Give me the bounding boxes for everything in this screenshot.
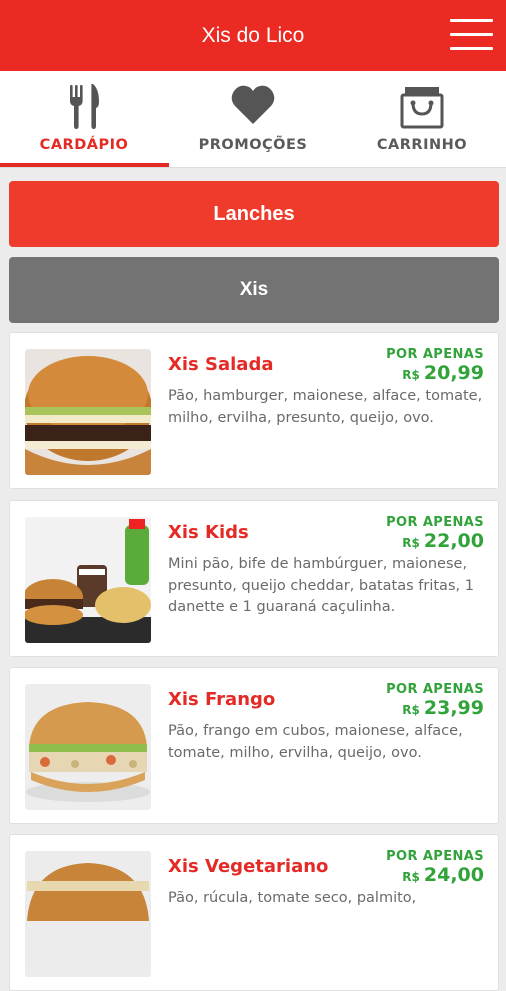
product-name: Xis Salada [168, 354, 274, 375]
tab-label: CARRINHO [376, 137, 468, 153]
subcategory-xis-button[interactable]: Xis [9, 257, 499, 323]
product-description: Pão, frango em cubos, maionese, alface, … [168, 723, 463, 761]
product-name: Xis Kids [168, 522, 249, 543]
app-header: Xis do Lico [0, 0, 506, 71]
product-image [25, 851, 151, 977]
app-title: Xis do Lico [201, 24, 305, 47]
product-image [25, 349, 151, 475]
product-image [25, 517, 151, 643]
product-price: R$ 23,99 [402, 697, 484, 719]
tab-label: PROMOÇÕES [198, 137, 308, 153]
promo-label: POR APENAS [386, 515, 484, 530]
tab-promocoes[interactable]: PROMOÇÕES [169, 71, 337, 168]
tab-bar: CARDÁPIO PROMOÇÕES CARRINHO [0, 71, 506, 168]
product-card-xis-salada[interactable]: Xis Salada POR APENAS R$ 20,99 Pão, hambu… [9, 332, 499, 489]
fork-knife-icon [0, 83, 168, 129]
promo-label: POR APENAS [386, 682, 484, 697]
heart-icon [169, 83, 337, 129]
product-price: R$ 22,00 [402, 530, 484, 552]
tab-carrinho[interactable]: CARRINHO [338, 71, 506, 168]
active-tab-indicator [0, 163, 169, 167]
product-description: Pão, hamburger, maionese, alface, tomate… [168, 388, 483, 426]
product-description: Pão, rúcula, tomate seco, palmito, [168, 890, 417, 906]
tab-label: CARDÁPIO [39, 137, 129, 153]
tab-cardapio[interactable]: CARDÁPIO [0, 71, 169, 168]
product-image [25, 684, 151, 810]
hamburger-menu-icon[interactable] [450, 19, 493, 51]
product-card-xis-kids[interactable]: Xis Kids POR APENAS R$ 22,00 Mini pão, bi… [9, 500, 499, 657]
product-price: R$ 20,99 [402, 362, 484, 384]
product-card-xis-vegetariano[interactable]: Xis Vegetariano POR APENAS R$ 24,00 Pão, … [9, 834, 499, 991]
product-name: Xis Vegetariano [168, 856, 329, 877]
product-description: Mini pão, bife de hambúrguer, maionese, … [168, 556, 474, 615]
product-name: Xis Frango [168, 689, 276, 710]
promo-label: POR APENAS [386, 849, 484, 864]
product-price: R$ 24,00 [402, 864, 484, 886]
product-card-xis-frango[interactable]: Xis Frango POR APENAS R$ 23,99 Pão, frang… [9, 667, 499, 824]
shopping-bag-icon [338, 83, 506, 129]
promo-label: POR APENAS [386, 347, 484, 362]
category-lanches-button[interactable]: Lanches [9, 181, 499, 247]
